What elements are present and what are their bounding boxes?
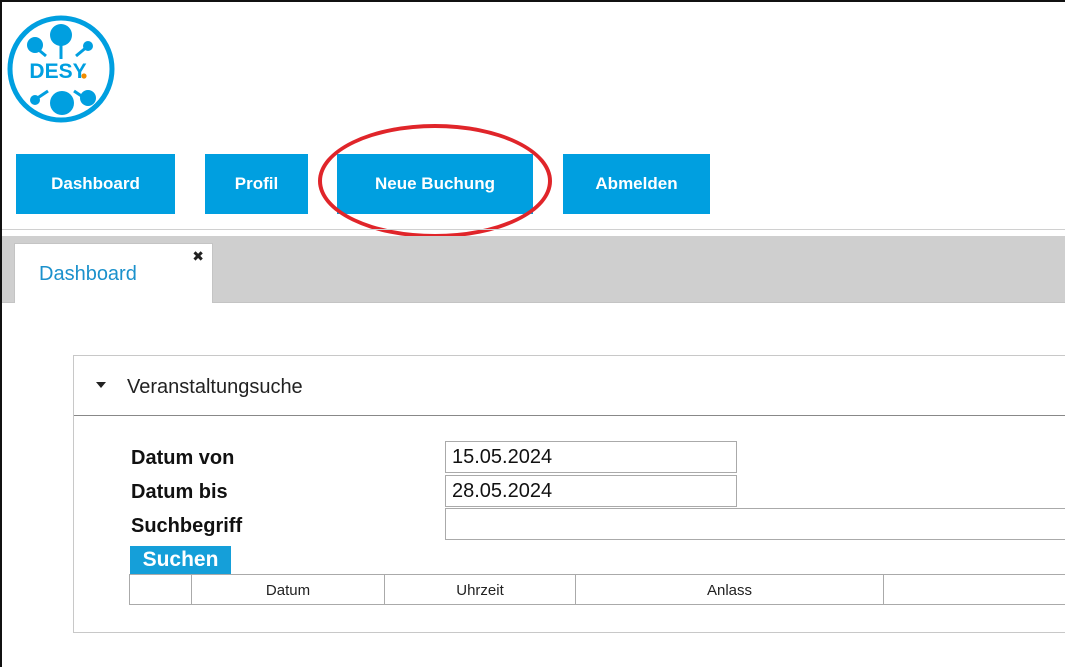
datum-bis-label: Datum bis (131, 481, 228, 503)
table-header-anlass[interactable]: Anlass (575, 575, 883, 605)
datum-von-field[interactable] (445, 441, 737, 473)
tab-dashboard-label: Dashboard (39, 263, 137, 285)
table-header-uhrzeit[interactable]: Uhrzeit (384, 575, 575, 605)
datum-von-label: Datum von (131, 447, 235, 469)
panel-title: Veranstaltungsuche (127, 376, 303, 398)
abmelden-button[interactable]: Abmelden (563, 154, 710, 214)
caret-down-icon[interactable] (96, 382, 106, 388)
close-icon[interactable]: ✖ (192, 248, 204, 265)
tab-dashboard[interactable]: Dashboard ✖ (14, 243, 213, 303)
suchen-button[interactable]: Suchen (130, 546, 231, 574)
table-header-extra[interactable] (883, 575, 1065, 605)
svg-text:DESY: DESY (29, 60, 86, 83)
suchbegriff-label: Suchbegriff (131, 515, 243, 537)
datum-bis-field[interactable] (445, 475, 737, 507)
header-divider (2, 229, 1065, 230)
table-header-select[interactable] (129, 575, 191, 605)
results-table: Datum Uhrzeit Anlass (129, 574, 1065, 605)
suchbegriff-field[interactable] (445, 508, 1065, 540)
neue-buchung-button[interactable]: Neue Buchung (337, 154, 533, 214)
profil-button[interactable]: Profil (205, 154, 308, 214)
table-header-datum[interactable]: Datum (191, 575, 384, 605)
panel-header[interactable]: Veranstaltungsuche (74, 356, 1065, 416)
dashboard-button[interactable]: Dashboard (16, 154, 175, 214)
desy-logo-icon: DESY (7, 15, 115, 123)
